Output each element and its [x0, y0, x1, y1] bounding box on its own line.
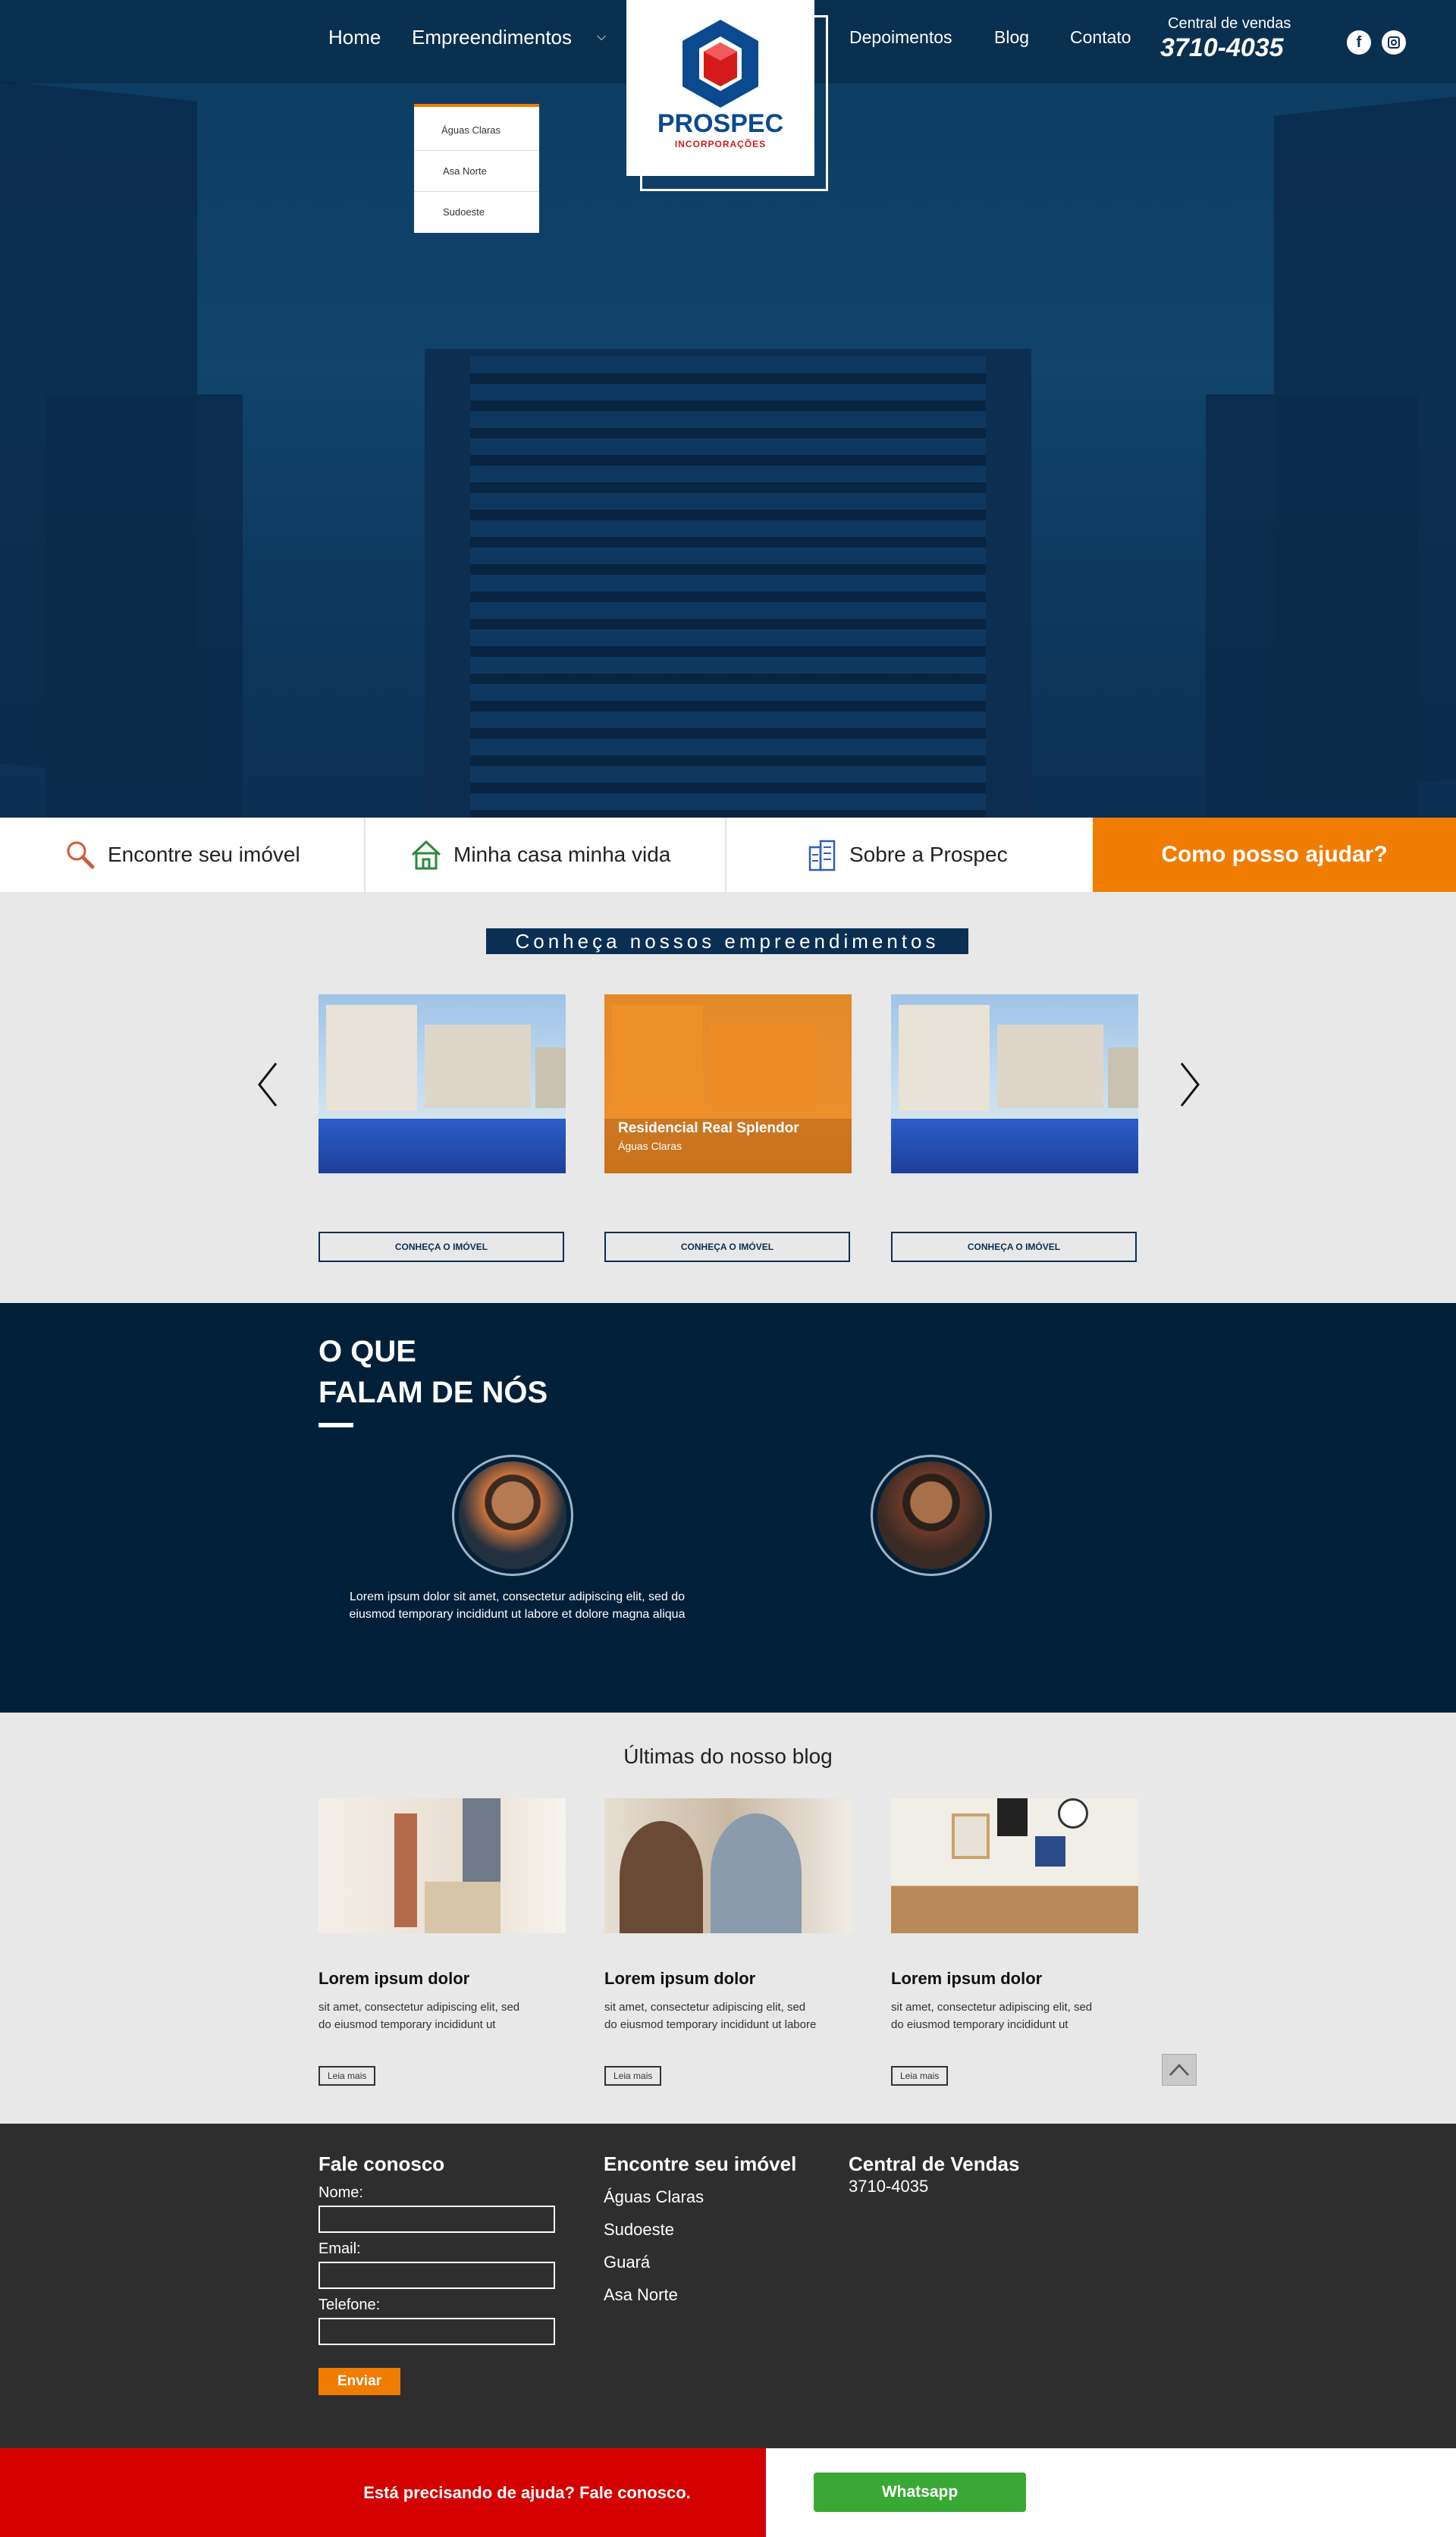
empreendimentos-dropdown: Águas Claras Asa Norte Sudoeste	[414, 104, 539, 233]
read-more-button[interactable]: Leia mais	[604, 2066, 662, 2086]
chevron-down-icon[interactable]: ⌵	[597, 30, 606, 44]
bottom-bar: Está precisando de ajuda? Fale conosco. …	[0, 2448, 1456, 2537]
blog-image[interactable]	[891, 1798, 1138, 1933]
blog-post-excerpt: sit amet, consectetur adipiscing elit, s…	[891, 2001, 1093, 2031]
email-label: Email:	[318, 2240, 361, 2257]
chevron-left-icon[interactable]	[256, 1062, 279, 1107]
scroll-to-top-button[interactable]	[1162, 2054, 1197, 2086]
view-property-button[interactable]: CONHEÇA O IMÓVEL	[318, 1232, 564, 1262]
property-card[interactable]: Residencial Real Splendor Águas Claras	[604, 994, 852, 1173]
footer-link-sudoeste[interactable]: Sudoeste	[604, 2220, 674, 2240]
building-icon	[805, 838, 839, 871]
testimonials-title: FALAM DE NÓS	[318, 1376, 548, 1409]
title-underline	[318, 1423, 353, 1427]
feature-bar: Encontre seu imóvel Minha casa minha vid…	[0, 818, 1456, 892]
divider	[364, 818, 366, 892]
blog-post-excerpt: sit amet, consectetur adipiscing elit, s…	[604, 2001, 817, 2031]
nav-home[interactable]: Home	[328, 26, 381, 49]
help-button[interactable]: Como posso ajudar?	[1093, 818, 1456, 892]
feature-about[interactable]: Sobre a Prospec	[805, 818, 1008, 892]
view-property-button[interactable]: CONHEÇA O IMÓVEL	[891, 1232, 1137, 1262]
view-property-button[interactable]: CONHEÇA O IMÓVEL	[604, 1232, 850, 1262]
sales-title: Central de Vendas	[849, 2152, 1020, 2175]
prospec-logo-icon	[682, 20, 758, 108]
logo[interactable]: PROSPEC INCORPORAÇÕES	[626, 0, 814, 176]
nav-empreendimentos[interactable]: Empreendimentos	[412, 26, 572, 49]
testimonials-title: O QUE	[318, 1335, 416, 1368]
blog-post-title[interactable]: Lorem ipsum dolor	[318, 1969, 469, 1989]
dropdown-item-aguas-claras[interactable]: Águas Claras	[414, 110, 539, 151]
feature-find-property-label: Encontre seu imóvel	[108, 843, 300, 866]
avatar[interactable]	[871, 1455, 992, 1576]
nav-blog[interactable]: Blog	[994, 27, 1029, 48]
property-card[interactable]	[318, 994, 566, 1173]
sales-phone[interactable]: 3710-4035	[849, 2177, 928, 2196]
chevron-up-icon	[1169, 2064, 1189, 2076]
properties-section: Conheça nossos empreendimentos Residenci…	[0, 892, 1456, 1303]
name-label: Nome:	[318, 2184, 363, 2201]
search-icon	[64, 838, 97, 871]
logo-name: PROSPEC	[657, 109, 784, 138]
blog-section: Últimas do nosso blog Lorem ipsum dolor …	[0, 1713, 1456, 2124]
sales-label: Central de vendas	[1168, 15, 1291, 32]
feature-minha-casa[interactable]: Minha casa minha vida	[410, 818, 670, 892]
instagram-icon[interactable]	[1382, 30, 1406, 55]
read-more-button[interactable]: Leia mais	[891, 2066, 949, 2086]
contact-title: Fale conosco	[318, 2152, 445, 2175]
chevron-right-icon[interactable]	[1178, 1062, 1201, 1107]
card-title: Residencial Real Splendor	[618, 1120, 799, 1136]
divider	[725, 818, 726, 892]
footer-link-asa-norte[interactable]: Asa Norte	[604, 2285, 678, 2305]
find-property-title: Encontre seu imóvel	[604, 2152, 797, 2175]
testimonials-section: O QUE FALAM DE NÓS Lorem ipsum dolor sit…	[0, 1303, 1456, 1713]
read-more-button[interactable]: Leia mais	[318, 2066, 376, 2086]
logo-subtitle: INCORPORAÇÕES	[674, 139, 767, 149]
feature-minha-casa-label: Minha casa minha vida	[453, 843, 671, 866]
phone-label: Telefone:	[318, 2297, 381, 2313]
send-button[interactable]: Enviar	[318, 2368, 400, 2395]
whatsapp-button[interactable]: Whatsapp	[814, 2473, 1026, 2512]
blog-post-title[interactable]: Lorem ipsum dolor	[891, 1969, 1042, 1989]
blog-image[interactable]	[318, 1798, 566, 1933]
house-icon	[410, 838, 443, 871]
footer: Fale conosco Nome: Email: Telefone: Envi…	[0, 2124, 1456, 2448]
feature-about-label: Sobre a Prospec	[849, 843, 1008, 866]
name-field[interactable]	[318, 2206, 555, 2233]
sales-phone[interactable]: 3710-4035	[1160, 33, 1284, 63]
facebook-icon[interactable]: f	[1347, 30, 1371, 55]
blog-post-excerpt: sit amet, consectetur adipiscing elit, s…	[318, 2001, 520, 2031]
feature-find-property[interactable]: Encontre seu imóvel	[64, 818, 300, 892]
nav-depoimentos[interactable]: Depoimentos	[849, 27, 952, 48]
dropdown-item-asa-norte[interactable]: Asa Norte	[414, 151, 539, 192]
footer-link-guara[interactable]: Guará	[604, 2253, 650, 2272]
section-title: Conheça nossos empreendimentos	[486, 928, 968, 954]
avatar[interactable]	[452, 1455, 573, 1576]
blog-title: Últimas do nosso blog	[623, 1744, 833, 1768]
blog-post-title[interactable]: Lorem ipsum dolor	[604, 1969, 755, 1989]
email-field[interactable]	[318, 2262, 555, 2289]
property-card[interactable]	[891, 994, 1138, 1173]
nav-contato[interactable]: Contato	[1070, 27, 1131, 48]
dropdown-item-sudoeste[interactable]: Sudoeste	[414, 192, 539, 233]
help-banner[interactable]: Está precisando de ajuda? Fale conosco.	[0, 2448, 766, 2537]
footer-link-aguas-claras[interactable]: Águas Claras	[604, 2187, 704, 2207]
testimonial-text: Lorem ipsum dolor sit amet, consectetur …	[349, 1590, 686, 1621]
card-location: Águas Claras	[618, 1140, 682, 1152]
blog-image[interactable]	[604, 1798, 852, 1933]
phone-field[interactable]	[318, 2318, 555, 2345]
